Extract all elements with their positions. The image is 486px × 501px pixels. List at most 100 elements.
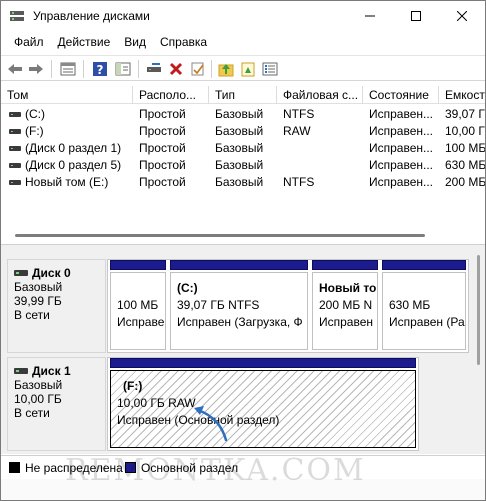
disk-icon — [14, 270, 28, 276]
disk-0-size: 39,99 ГБ — [14, 294, 62, 308]
delete-button[interactable] — [166, 59, 186, 79]
column-header-capacity[interactable]: Емкост — [439, 86, 485, 104]
title-bar: Управление дисками — [1, 1, 485, 31]
disk-1-size: 10,00 ГБ — [14, 392, 62, 406]
disk-1-name-row: Диск 1 — [14, 364, 105, 378]
volume-type: Базовый — [215, 124, 264, 138]
partition-header-bar — [382, 260, 466, 270]
volume-status: Исправен... — [369, 158, 434, 172]
console-tree-icon — [115, 62, 131, 76]
volume-status: Исправен... — [369, 141, 434, 155]
partition-header-bar — [110, 260, 166, 270]
menu-file[interactable]: Файл — [7, 35, 51, 49]
partition-status: Исправен — [319, 315, 374, 329]
disk-1-partitions: (F:) 10,00 ГБ RAW Исправен (Основной раз… — [107, 357, 419, 451]
volume-row[interactable]: (Диск 0 раздел 1) Простой Базовый Исправ… — [1, 140, 485, 157]
import-list-icon — [241, 62, 255, 77]
partition-c[interactable]: (C:) 39,07 ГБ NTFS Исправен (Загрузка, Ф — [170, 260, 308, 350]
partition-header-bar — [170, 260, 308, 270]
volume-row[interactable]: (Диск 0 раздел 5) Простой Базовый Исправ… — [1, 157, 485, 174]
back-button[interactable] — [5, 59, 25, 79]
volume-capacity: 10,00 ГБ — [445, 124, 485, 138]
partition-size: 200 МБ N — [319, 298, 373, 312]
minimize-button[interactable] — [347, 1, 393, 31]
forward-button[interactable] — [26, 59, 46, 79]
column-header-file-system[interactable]: Файловая с... — [277, 86, 363, 104]
maximize-button[interactable] — [393, 1, 439, 31]
volume-file-system: NTFS — [283, 175, 315, 189]
partition-size: 630 МБ — [389, 298, 431, 312]
partition-title: (F:) — [123, 379, 143, 393]
check-icon — [191, 62, 204, 76]
window-title: Управление дисками — [33, 9, 150, 23]
volume-name: (Диск 0 раздел 1) — [25, 141, 122, 155]
delete-icon — [169, 62, 183, 76]
horizontal-scroll-thumb[interactable] — [15, 234, 425, 237]
menu-help[interactable]: Справка — [153, 35, 214, 49]
volume-name: (F:) — [25, 124, 44, 138]
back-icon — [8, 64, 22, 74]
partition-status: Исправен (Ра — [389, 315, 465, 329]
volume-type: Базовый — [215, 175, 264, 189]
unallocated-swatch — [9, 462, 20, 473]
disk-0-label[interactable]: Диск 0 Базовый 39,99 ГБ В сети — [7, 259, 106, 353]
partition-header-bar — [312, 260, 378, 270]
volume-row[interactable]: (F:) Простой Базовый RAW Исправен... 10,… — [1, 123, 485, 140]
menu-bar: Файл Действие Вид Справка — [1, 31, 485, 53]
volume-name: Новый том (E:) — [25, 175, 109, 189]
partition-disk0-5[interactable]: 630 МБ Исправен (Ра — [382, 260, 466, 350]
column-header-type[interactable]: Тип — [209, 86, 277, 104]
vertical-scroll-thumb[interactable] — [477, 255, 480, 365]
partition-body: 630 МБ Исправен (Ра — [382, 272, 466, 350]
volume-icon — [9, 180, 21, 185]
partition-f[interactable]: (F:) 10,00 ГБ RAW Исправен (Основной раз… — [110, 358, 416, 448]
help-button[interactable]: ? — [90, 59, 110, 79]
check-button[interactable] — [188, 59, 208, 79]
forward-icon — [29, 64, 43, 74]
close-icon — [457, 11, 467, 21]
connect-drive-icon — [147, 63, 161, 72]
menu-view[interactable]: Вид — [117, 35, 153, 49]
disk-graphical-view: Диск 0 Базовый 39,99 ГБ В сети 100 МБ Ис… — [1, 244, 485, 454]
disk-1-label[interactable]: Диск 1 Базовый 10,00 ГБ В сети — [7, 357, 106, 451]
svg-text:?: ? — [97, 63, 104, 77]
volume-row[interactable]: (C:) Простой Базовый NTFS Исправен... 39… — [1, 106, 485, 123]
properties-button[interactable] — [58, 59, 78, 79]
disk-1-type: Базовый — [14, 378, 63, 392]
volume-icon — [9, 112, 21, 117]
partition-disk0-1[interactable]: 100 МБ Исправен — [110, 260, 166, 350]
settings-list-icon — [262, 62, 278, 76]
column-header-volume[interactable]: Том — [1, 86, 133, 104]
partition-size: 10,00 ГБ RAW — [117, 396, 196, 410]
import-folder-icon — [218, 64, 234, 77]
disk-icon — [14, 368, 28, 374]
column-header-layout[interactable]: Располо... — [133, 86, 209, 104]
close-button[interactable] — [439, 1, 485, 31]
connect-drive-button[interactable] — [144, 59, 164, 79]
import-button[interactable] — [216, 59, 236, 79]
partition-body: 100 МБ Исправен — [110, 272, 166, 350]
console-tree-button[interactable] — [113, 59, 133, 79]
volume-type: Базовый — [215, 141, 264, 155]
toolbar: ? — [1, 55, 485, 81]
volume-type: Базовый — [215, 158, 264, 172]
volume-file-system: NTFS — [283, 107, 315, 121]
volume-layout: Простой — [139, 124, 186, 138]
partition-status: Исправен — [117, 315, 166, 329]
column-header-status[interactable]: Состояние — [363, 86, 439, 104]
volume-list-header: Том Располо... Тип Файловая с... Состоян… — [1, 86, 485, 104]
partition-size: 39,07 ГБ NTFS — [177, 298, 260, 312]
menu-action[interactable]: Действие — [51, 35, 118, 49]
volume-file-system — [283, 140, 361, 157]
partition-new-volume-e[interactable]: Новый то 200 МБ N Исправен — [312, 260, 378, 350]
disk-view-vertical-scrollbar[interactable] — [472, 245, 484, 455]
volume-list-horizontal-scrollbar[interactable] — [1, 232, 485, 240]
volume-list: Том Располо... Тип Файловая с... Состоян… — [1, 82, 485, 232]
disk-0-name-row: Диск 0 — [14, 266, 105, 280]
import-list-button[interactable] — [238, 59, 258, 79]
disk-management-window: Управление дисками Файл Действие Вид Спр… — [0, 0, 486, 501]
properties-list-icon — [60, 62, 76, 76]
volume-row[interactable]: Новый том (E:) Простой Базовый NTFS Испр… — [1, 174, 485, 191]
settings-list-button[interactable] — [260, 59, 280, 79]
volume-icon — [9, 129, 21, 134]
